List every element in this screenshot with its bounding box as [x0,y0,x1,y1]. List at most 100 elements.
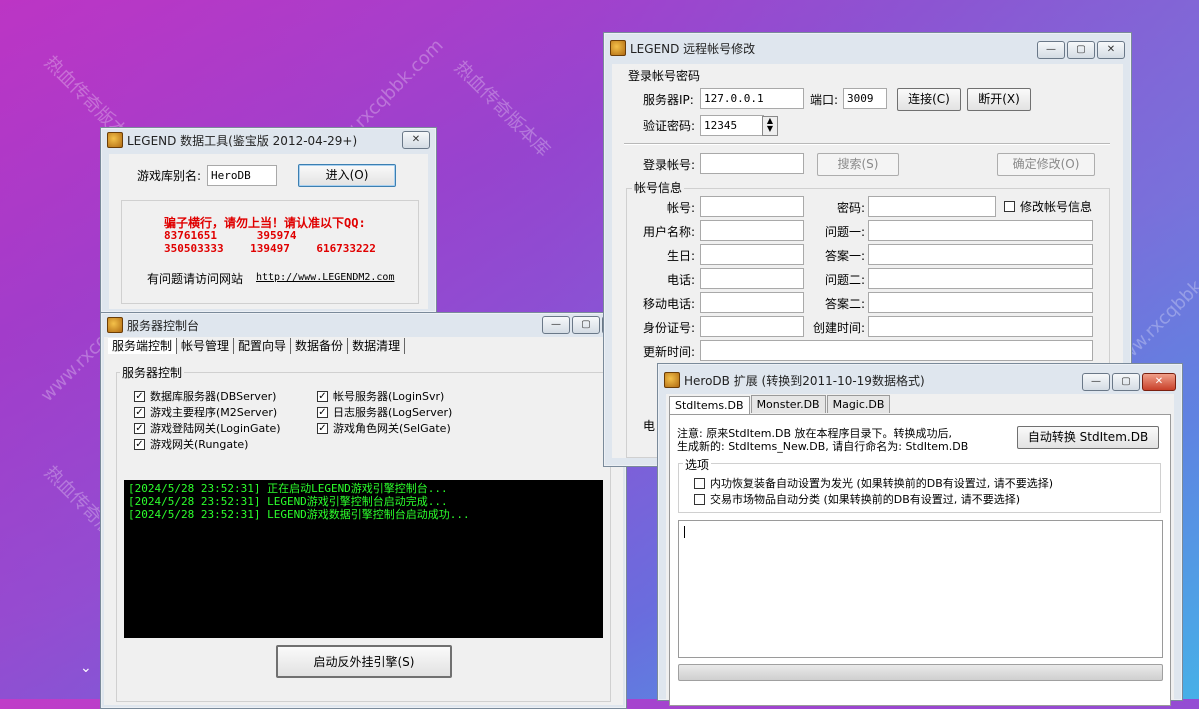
log-line: [2024/5/28 23:52:31] LEGEND游戏数据引擎控制台启动成功… [128,508,470,521]
auto-convert-button[interactable]: 自动转换 StdItem.DB [1017,426,1159,449]
tab-monster[interactable]: Monster.DB [750,395,826,413]
legend-app-icon [107,132,123,148]
disconnect-button[interactable]: 断开(X) [967,88,1031,111]
phone-input[interactable] [700,268,804,289]
server-console-client: 服务端控制 帐号管理 配置向导 数据备份 数据清理 服务器控制 ✓ 数据库服务器(… [104,337,623,705]
maximize-button[interactable]: ▢ [572,316,600,334]
password-input[interactable] [868,196,996,217]
minimize-button[interactable]: — [1082,373,1110,391]
maximize-button[interactable]: ▢ [1067,41,1095,59]
start-anticheat-button[interactable]: 启动反外挂引擎(S) [276,645,452,678]
updated-time-label: 更新时间: [642,345,695,359]
check-selgate[interactable]: ✓ 游戏角色网关(SelGate) [317,420,451,436]
answer1-input[interactable] [868,244,1093,265]
qq-row: 83761651 395974 [164,229,297,242]
id-number-input[interactable] [700,316,804,337]
checkbox-checked-icon: ✓ [134,438,145,450]
port-input[interactable]: 3009 [843,88,887,109]
close-button[interactable]: ✕ [1142,373,1176,391]
close-button[interactable]: ✕ [402,131,430,149]
check-logserver[interactable]: ✓ 日志服务器(LogServer) [317,404,452,420]
birthday-label: 生日: [666,249,695,263]
qq-row: 350503333 139497 616733222 [164,242,376,255]
checkbox-checked-icon: ✓ [317,390,328,402]
alias-label: 游戏库别名: [137,169,202,183]
answer2-input[interactable] [868,292,1093,313]
chevron-down-icon[interactable]: ⌄ [80,660,92,676]
modify-info-checkbox[interactable]: 修改帐号信息 [1004,198,1092,215]
checkbox-checked-icon: ✓ [317,406,328,418]
tab-stditems[interactable]: StdItems.DB [669,396,750,414]
id-number-label: 身份证号: [642,321,695,335]
server-console-titlebar[interactable]: 服务器控制台 — ▢ ✕ [101,313,630,337]
option-glow-checkbox[interactable]: 内功恢复装备自动设置为发光 (如果转换前的DB有设置过, 请不要选择) [694,475,1053,491]
console-tabs: 服务端控制 帐号管理 配置向导 数据备份 数据清理 [108,338,406,354]
site-label: 有问题请访问网站 [147,272,244,286]
birthday-input[interactable] [700,244,804,265]
username-input[interactable] [700,220,804,241]
legend-app-icon [107,317,123,333]
log-line: [2024/5/28 23:52:31] LEGEND游戏引擎控制台启动完成..… [128,495,448,508]
confirm-modify-button[interactable]: 确定修改(O) [997,153,1095,176]
connect-button[interactable]: 连接(C) [897,88,961,111]
question1-input[interactable] [868,220,1093,241]
option-market-checkbox[interactable]: 交易市场物品自动分类 (如果转换前的DB有设置过, 请不要选择) [694,491,1020,507]
question2-input[interactable] [868,268,1093,289]
question1-label: 问题一: [824,225,865,239]
search-button[interactable]: 搜索(S) [817,153,899,176]
data-tool-client: 游戏库别名: HeroDB 进入(O) 骗子横行，请勿上当！请认准以下QQ: 8… [109,154,428,309]
verify-input[interactable]: 12345 [700,115,764,136]
check-loginsvr[interactable]: ✓ 帐号服务器(LoginSvr) [317,388,444,404]
verify-label: 验证密码: [643,119,696,133]
phone-label-partial: 电 [643,419,656,433]
check-dbserver[interactable]: ✓ 数据库服务器(DBServer) [134,388,276,404]
note-line: 生成新的: StdItems_New.DB, 请自行命名为: StdItem.D… [677,440,969,453]
window-title: LEGEND 数据工具(鉴宝版 2012-04-29+) [127,133,358,148]
alias-input[interactable]: HeroDB [207,165,277,186]
output-textarea[interactable] [678,520,1163,658]
checkbox-checked-icon: ✓ [134,422,145,434]
check-m2server[interactable]: ✓ 游戏主要程序(M2Server) [134,404,277,420]
server-console-window: 服务器控制台 — ▢ ✕ 服务端控制 帐号管理 配置向导 数据备份 数据清理 服… [100,312,630,709]
answer2-label: 答案二: [824,297,865,311]
server-ip-input[interactable]: 127.0.0.1 [700,88,804,109]
close-button[interactable]: ✕ [1097,41,1125,59]
login-account-input[interactable] [700,153,804,174]
login-account-label: 登录帐号: [643,158,696,172]
check-logingate[interactable]: ✓ 游戏登陆网关(LoginGate) [134,420,281,436]
herodb-titlebar[interactable]: HeroDB 扩展 (转换到2011-10-19数据格式) — ▢ ✕ [658,364,1182,396]
mobile-label: 移动电话: [642,297,695,311]
port-label: 端口: [810,93,839,107]
tab-config-wizard[interactable]: 配置向导 [234,338,292,354]
tab-magic[interactable]: Magic.DB [826,395,891,413]
site-link[interactable]: http://www.LEGENDM2.com [256,272,394,283]
checkbox-checked-icon: ✓ [134,406,145,418]
legend-app-icon [610,40,626,56]
username-label: 用户名称: [642,225,695,239]
server-ip-label: 服务器IP: [643,93,694,107]
created-time-input[interactable] [868,316,1093,337]
spinner-icon[interactable]: ▲ ▼ [762,116,778,136]
account-label: 帐号: [666,201,695,215]
herodb-tabs: StdItems.DB Monster.DB Magic.DB [669,395,891,414]
created-time-label: 创建时间: [812,321,865,335]
account-input[interactable] [700,196,804,217]
tab-server-control[interactable]: 服务端控制 [108,338,178,354]
remote-account-titlebar[interactable]: LEGEND 远程帐号修改 — ▢ ✕ [604,33,1131,63]
log-console[interactable]: [2024/5/28 23:52:31] 正在启动LEGEND游戏引擎控制台..… [124,480,603,638]
mobile-input[interactable] [700,292,804,313]
tab-data-cleanup[interactable]: 数据清理 [348,338,406,354]
enter-button[interactable]: 进入(O) [298,164,396,187]
minimize-button[interactable]: — [1037,41,1065,59]
phone-label: 电话: [666,273,695,287]
check-rungate[interactable]: ✓ 游戏网关(Rungate) [134,436,248,452]
text-caret [684,526,685,538]
maximize-button[interactable]: ▢ [1112,373,1140,391]
minimize-button[interactable]: — [542,316,570,334]
tab-account-mgmt[interactable]: 帐号管理 [177,338,235,354]
tab-data-backup[interactable]: 数据备份 [291,338,349,354]
group-title: 服务器控制 [120,364,185,381]
group-title: 登录帐号密码 [626,67,703,84]
data-tool-titlebar[interactable]: LEGEND 数据工具(鉴宝版 2012-04-29+) ✕ [101,128,436,152]
updated-time-input[interactable] [700,340,1093,361]
